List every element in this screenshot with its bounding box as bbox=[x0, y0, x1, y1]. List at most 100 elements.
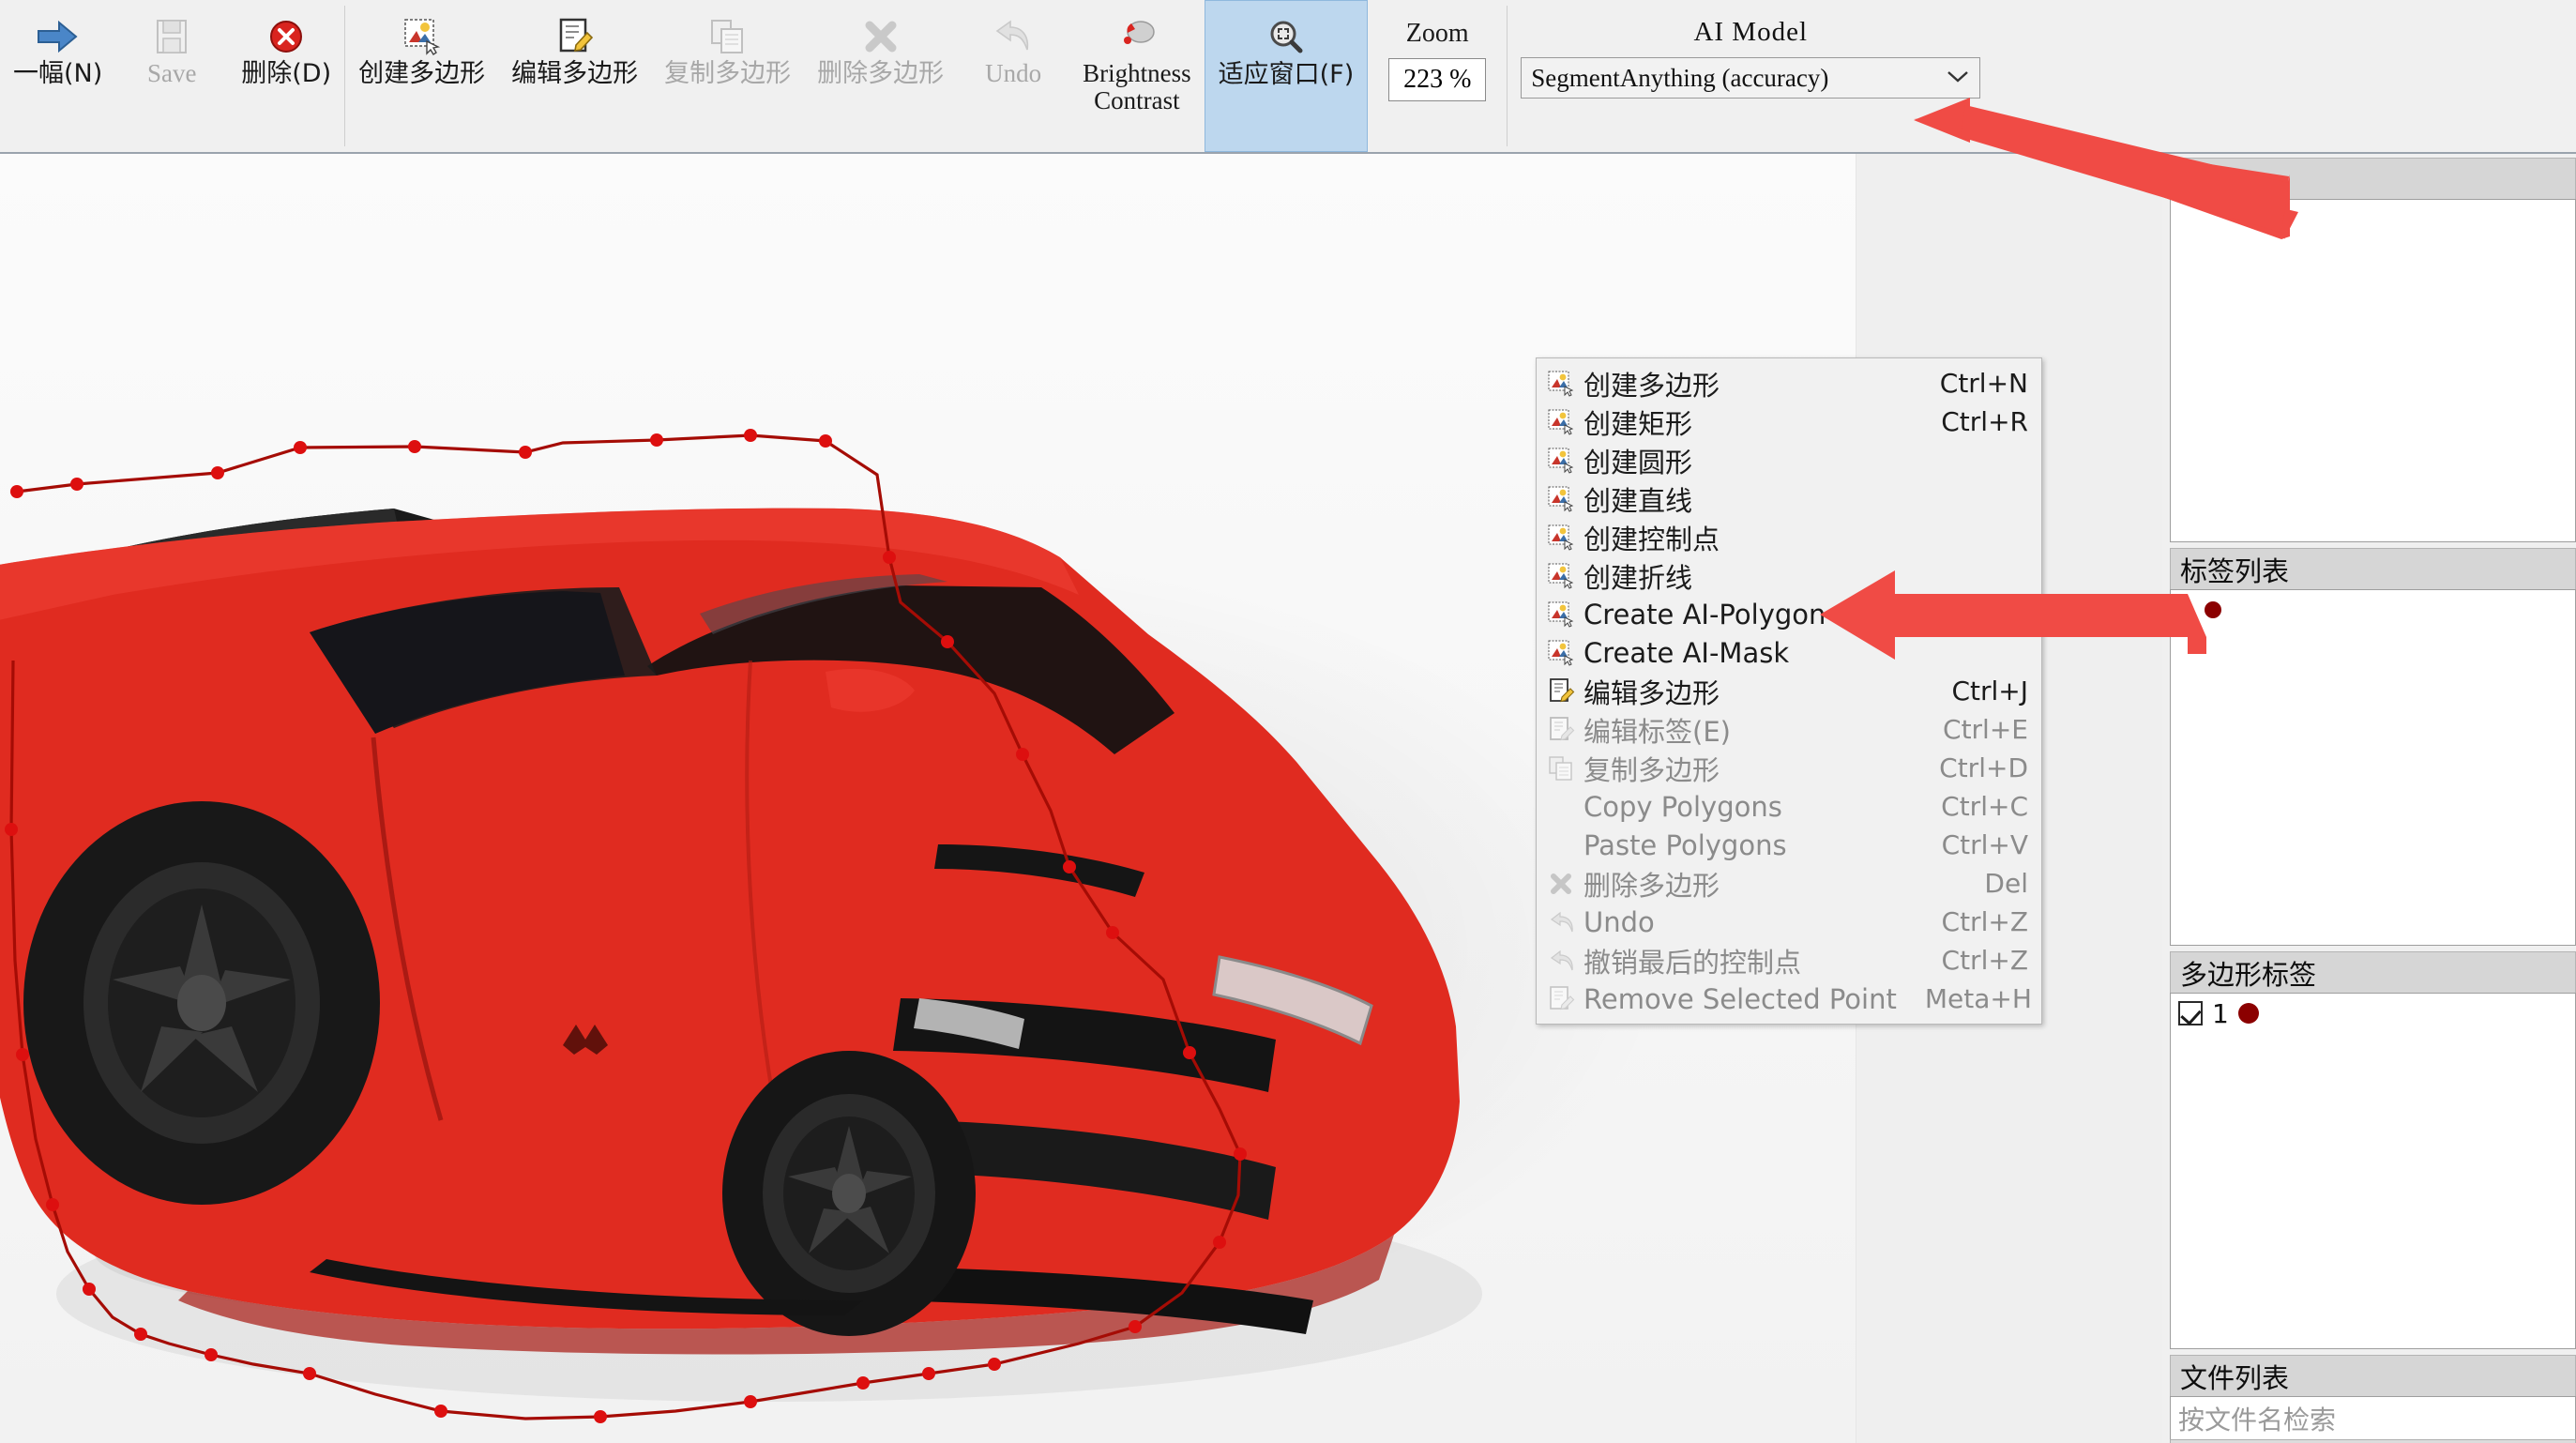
copy-polygon-icon bbox=[708, 15, 748, 58]
delete-polygon-icon bbox=[1546, 871, 1578, 897]
brightness-contrast-icon bbox=[1116, 15, 1158, 58]
menu-item-edit-polygon[interactable]: 编辑多边形 Ctrl+J bbox=[1537, 672, 2041, 710]
label-color-dot bbox=[2204, 601, 2221, 618]
right-dock-panel: 标记 标签列表 1 多边形标签 1 文件列表 按文件名检索 bbox=[2162, 154, 2576, 1443]
create-polygon-button[interactable]: 创建多边形 bbox=[345, 0, 498, 152]
menu-label: 创建多边形 bbox=[1583, 369, 1720, 402]
create-circle-icon bbox=[1546, 448, 1578, 474]
create-polygon-icon bbox=[402, 15, 442, 58]
menu-label: 编辑标签(E) bbox=[1583, 715, 1731, 748]
toolbar-group-polygon: 创建多边形 编辑多边形 复制多边形 删除多边形 Undo Brightness … bbox=[345, 0, 1507, 152]
polygon-label-checkbox[interactable] bbox=[2178, 1001, 2203, 1025]
menu-shortcut: Ctrl+V bbox=[1941, 829, 2028, 860]
next-image-button[interactable]: 一幅(N) bbox=[0, 0, 115, 152]
next-image-label: 一幅(N) bbox=[13, 59, 103, 88]
menu-label: 复制多边形 bbox=[1583, 753, 1720, 786]
zoom-value: 223 bbox=[1403, 65, 1444, 94]
undo-button[interactable]: Undo bbox=[957, 0, 1069, 152]
menu-item-remove-selected-point[interactable]: Remove Selected Point Meta+H bbox=[1537, 980, 2041, 1018]
menu-shortcut: Ctrl+R bbox=[1941, 406, 2028, 437]
create-point-icon bbox=[1546, 524, 1578, 551]
fit-window-icon bbox=[1266, 16, 1306, 59]
file-list-dock: 文件列表 按文件名检索 C:\Users\Administrator\Pictu… bbox=[2170, 1355, 2576, 1443]
copy-polygon-button[interactable]: 复制多边形 bbox=[651, 0, 804, 152]
delete-circle-icon bbox=[266, 15, 306, 58]
file-search-placeholder: 按文件名检索 bbox=[2178, 1404, 2337, 1435]
create-polygon-icon bbox=[1546, 371, 1578, 397]
zoom-input[interactable]: 223 % bbox=[1388, 58, 1487, 101]
menu-item-create-rectangle[interactable]: 创建矩形 Ctrl+R bbox=[1537, 403, 2041, 441]
file-search-input[interactable]: 按文件名检索 bbox=[2170, 1396, 2576, 1439]
delete-polygon-button[interactable]: 删除多边形 bbox=[804, 0, 957, 152]
menu-item-create-ai-mask[interactable]: Create AI-Mask bbox=[1537, 633, 2041, 672]
edit-polygon-icon bbox=[1546, 677, 1578, 705]
label-list-title: 标签列表 bbox=[2170, 548, 2576, 589]
create-ai-mask-icon bbox=[1546, 640, 1578, 666]
canvas-context-menu[interactable]: 创建多边形 Ctrl+N 创建矩形 Ctrl+R 创建圆形 创建直线 创建控制点… bbox=[1536, 357, 2042, 1025]
delete-label: 删除(D) bbox=[241, 59, 332, 88]
edit-polygon-icon bbox=[555, 15, 595, 58]
chevron-down-icon bbox=[1946, 66, 1970, 90]
menu-shortcut: Del bbox=[1984, 868, 2028, 899]
menu-shortcut: Ctrl+J bbox=[1951, 676, 2028, 706]
main-toolbar: 一幅(N) Save 删除(D) 创建多边形 编辑多边形 复制多边形 删除多边形… bbox=[0, 0, 2576, 154]
menu-item-undo-last-point[interactable]: 撤销最后的控制点 Ctrl+Z bbox=[1537, 941, 2041, 980]
flags-dock: 标记 bbox=[2170, 158, 2576, 542]
menu-label: Paste Polygons bbox=[1583, 828, 1787, 861]
menu-item-edit-label[interactable]: 编辑标签(E) Ctrl+E bbox=[1537, 710, 2041, 749]
menu-item-undo[interactable]: Undo Ctrl+Z bbox=[1537, 903, 2041, 941]
ai-model-selected-value: SegmentAnything (accuracy) bbox=[1531, 63, 1829, 92]
polygon-label-text: 1 bbox=[2212, 997, 2229, 1029]
undo-arrow-icon bbox=[1546, 910, 1578, 934]
labelme-window: 一幅(N) Save 删除(D) 创建多边形 编辑多边形 复制多边形 删除多边形… bbox=[0, 0, 2576, 1443]
brightness-contrast-label: Brightness Contrast bbox=[1083, 59, 1191, 115]
list-item[interactable]: 1 bbox=[2171, 994, 2575, 1033]
brightness-contrast-button[interactable]: Brightness Contrast bbox=[1069, 0, 1205, 152]
ai-model-combo[interactable]: SegmentAnything (accuracy) bbox=[1521, 57, 1981, 99]
menu-item-create-polygon[interactable]: 创建多边形 Ctrl+N bbox=[1537, 364, 2041, 403]
zoom-control: Zoom 223 % bbox=[1368, 0, 1507, 152]
undo-label: Undo bbox=[985, 59, 1042, 87]
create-ai-polygon-icon bbox=[1546, 601, 1578, 628]
polygon-labels-dock: 多边形标签 1 bbox=[2170, 951, 2576, 1349]
menu-label: 创建折线 bbox=[1583, 561, 1693, 594]
zoom-label: Zoom bbox=[1405, 19, 1469, 48]
next-image-arrow-icon bbox=[37, 15, 80, 58]
menu-shortcut: Meta+H bbox=[1924, 983, 2032, 1014]
menu-label: 编辑多边形 bbox=[1583, 676, 1720, 709]
menu-item-create-circle[interactable]: 创建圆形 bbox=[1537, 441, 2041, 479]
menu-label: 创建矩形 bbox=[1583, 407, 1693, 440]
menu-item-duplicate-polygon[interactable]: 复制多边形 Ctrl+D bbox=[1537, 749, 2041, 787]
list-item[interactable]: 1 bbox=[2171, 590, 2575, 630]
menu-item-create-line[interactable]: 创建直线 bbox=[1537, 479, 2041, 518]
undo-arrow-icon bbox=[992, 15, 1035, 58]
save-button[interactable]: Save bbox=[115, 0, 228, 152]
polygon-labels-list[interactable]: 1 bbox=[2170, 993, 2576, 1349]
menu-label: 撤销最后的控制点 bbox=[1583, 946, 1802, 979]
flags-title: 标记 bbox=[2170, 158, 2576, 199]
menu-shortcut: Ctrl+C bbox=[1941, 791, 2028, 822]
menu-label: Remove Selected Point bbox=[1583, 982, 1897, 1015]
menu-item-delete-polygon[interactable]: 删除多边形 Del bbox=[1537, 864, 2041, 903]
menu-item-create-point[interactable]: 创建控制点 bbox=[1537, 518, 2041, 556]
toolbar-group-file: 一幅(N) Save 删除(D) bbox=[0, 0, 344, 152]
file-list-item[interactable]: C:\Users\Administrator\Pictures bbox=[2170, 1439, 2576, 1443]
label-list[interactable]: 1 bbox=[2170, 589, 2576, 946]
menu-shortcut: Ctrl+D bbox=[1939, 752, 2028, 783]
zoom-unit: % bbox=[1449, 65, 1472, 94]
create-ai-polygon-menu-item[interactable]: Create AI-Polygon bbox=[1537, 595, 2041, 633]
menu-item-copy-polygons[interactable]: Copy Polygons Ctrl+C bbox=[1537, 787, 2041, 826]
flags-list[interactable] bbox=[2170, 199, 2576, 542]
menu-item-paste-polygons[interactable]: Paste Polygons Ctrl+V bbox=[1537, 826, 2041, 864]
delete-button[interactable]: 删除(D) bbox=[228, 0, 344, 152]
edit-label-icon bbox=[1546, 716, 1578, 743]
menu-shortcut: Ctrl+E bbox=[1943, 714, 2028, 745]
menu-label: Create AI-Mask bbox=[1583, 636, 1790, 669]
edit-polygon-button[interactable]: 编辑多边形 bbox=[498, 0, 651, 152]
fit-window-button[interactable]: 适应窗口(F) bbox=[1204, 0, 1369, 152]
copy-polygon-label: 复制多边形 bbox=[664, 59, 792, 88]
menu-item-create-polyline[interactable]: 创建折线 bbox=[1537, 556, 2041, 595]
delete-polygon-icon bbox=[861, 15, 901, 58]
polygon-color-dot bbox=[2237, 1003, 2259, 1024]
file-list-title: 文件列表 bbox=[2170, 1355, 2576, 1396]
